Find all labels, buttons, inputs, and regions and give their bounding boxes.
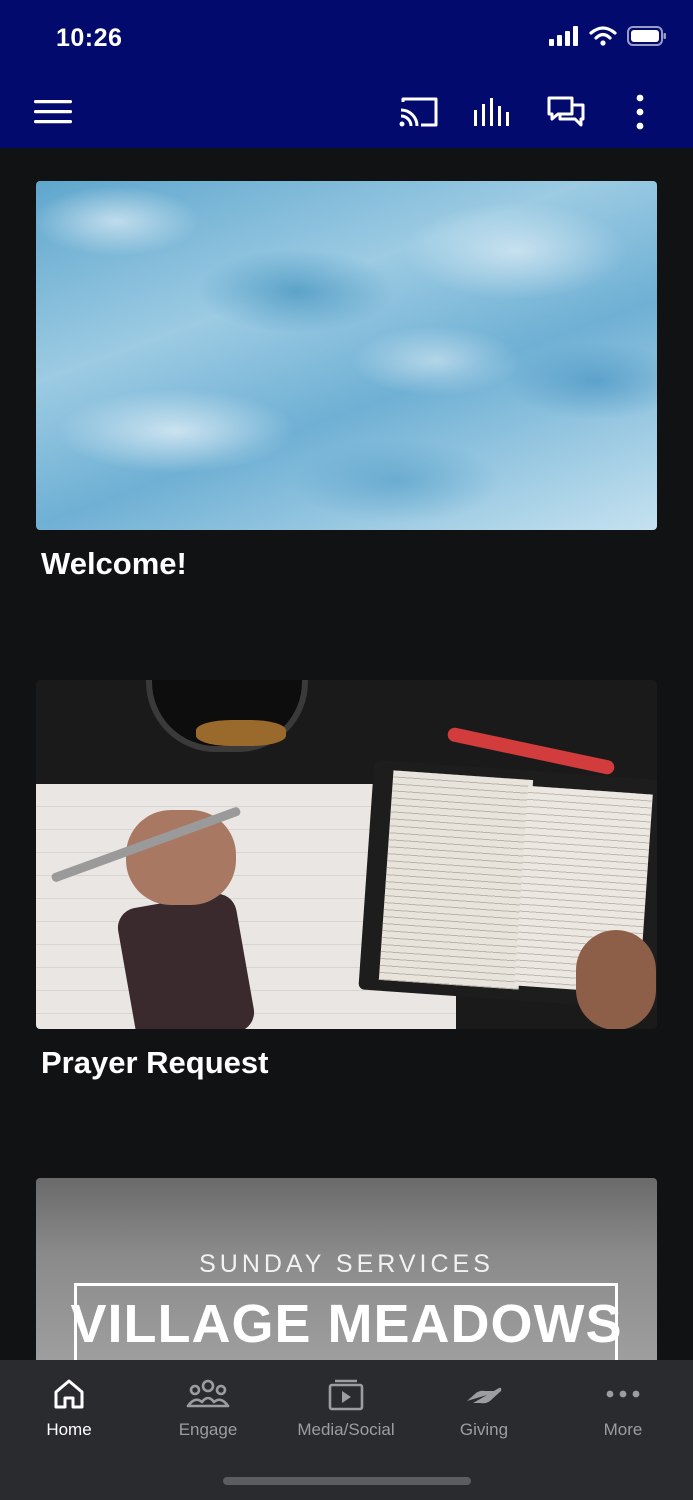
audio-bars-icon[interactable] [472,92,512,132]
welcome-card-title[interactable]: Welcome! [41,546,187,582]
prayer-request-card-image[interactable] [36,680,657,1029]
battery-icon [627,26,666,46]
tab-engage-label: Engage [178,1420,238,1439]
sunday-services-card-image[interactable]: SUNDAY SERVICES VILLAGE MEADOWS [36,1178,657,1368]
tab-more[interactable]: More [554,1374,692,1444]
tab-giving[interactable]: Giving [415,1374,553,1444]
welcome-card-image[interactable] [36,181,657,530]
tab-media-social[interactable]: Media/Social [277,1374,415,1444]
giving-hand-icon [415,1374,553,1414]
home-indicator[interactable] [223,1477,471,1485]
more-vertical-icon[interactable] [620,92,660,132]
tab-more-label: More [603,1420,643,1439]
services-subtitle: SUNDAY SERVICES [199,1250,494,1278]
status-icons [549,26,667,46]
signal-icon [549,26,578,46]
people-group-icon [139,1374,277,1414]
cast-icon[interactable] [399,92,439,132]
services-title: VILLAGE MEADOWS [70,1294,623,1354]
tab-media-social-label: Media/Social [297,1420,395,1439]
media-play-icon [277,1374,415,1414]
chat-icon[interactable] [546,92,586,132]
prayer-request-card-title[interactable]: Prayer Request [41,1045,268,1081]
tab-engage[interactable]: Engage [139,1374,277,1444]
wifi-icon [589,26,617,46]
tab-home-label: Home [46,1420,92,1439]
tab-home[interactable]: Home [0,1374,138,1444]
home-icon [0,1374,138,1414]
status-time: 10:26 [56,24,123,52]
more-horizontal-icon [554,1374,692,1414]
app-header: 10:26 [0,0,693,148]
hamburger-menu-icon[interactable] [33,92,73,132]
tab-giving-label: Giving [459,1420,509,1439]
